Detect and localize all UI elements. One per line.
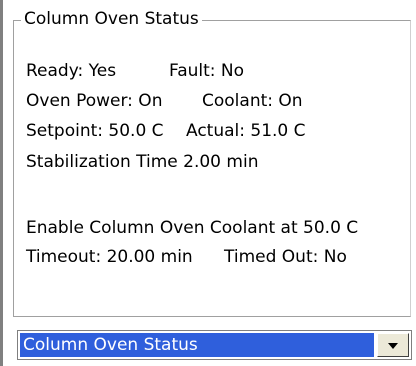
fault-status: Fault: No: [169, 61, 245, 81]
left-edge-divider: [0, 0, 3, 366]
chevron-down-icon: [388, 343, 398, 349]
setpoint-value: Setpoint: 50.0 C: [26, 121, 164, 141]
enable-coolant-setting: Enable Column Oven Coolant at 50.0 C: [26, 218, 359, 238]
stabilization-time: Stabilization Time 2.00 min: [26, 152, 259, 172]
coolant-status: Coolant: On: [202, 91, 303, 111]
dropdown-button[interactable]: [377, 333, 409, 357]
oven-power-status: Oven Power: On: [26, 91, 163, 111]
ready-status: Ready: Yes: [26, 61, 117, 81]
dropdown-selected-value[interactable]: Column Oven Status: [20, 333, 374, 357]
timeout-value: Timeout: 20.00 min: [26, 247, 193, 267]
column-oven-status-panel: Column Oven Status Ready: Yes Fault: No …: [0, 0, 416, 366]
timed-out-status: Timed Out: No: [224, 247, 347, 267]
groupbox-title: Column Oven Status: [21, 8, 202, 30]
view-select-dropdown[interactable]: Column Oven Status: [17, 330, 412, 360]
actual-temperature: Actual: 51.0 C: [186, 121, 306, 141]
